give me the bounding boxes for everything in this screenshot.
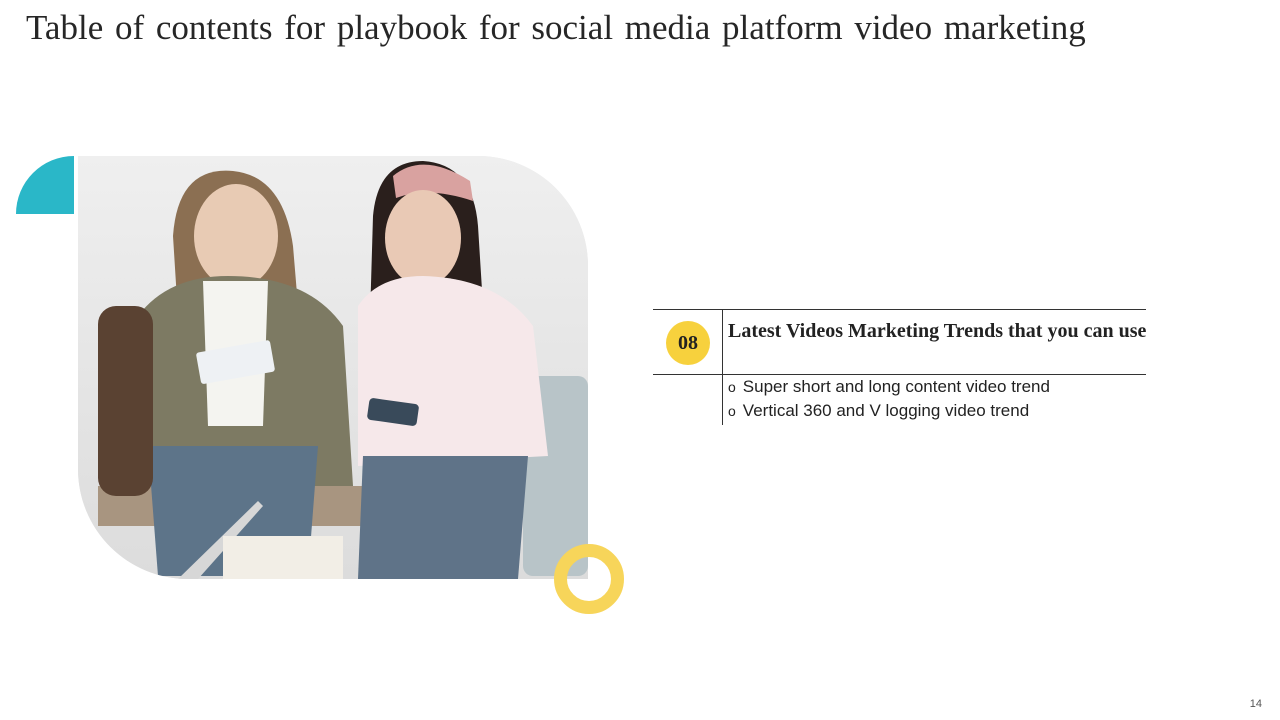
teal-quarter-circle-decoration xyxy=(16,156,74,214)
list-item: o Super short and long content video tren… xyxy=(728,375,1050,399)
toc-section-header: 08 Latest Videos Marketing Trends that y… xyxy=(653,309,1146,375)
list-item-text: Vertical 360 and V logging video trend xyxy=(742,401,1030,420)
list-item-text: Super short and long content video trend xyxy=(742,377,1050,396)
section-title: Latest Videos Marketing Trends that you … xyxy=(728,320,1147,342)
toc-section: 08 Latest Videos Marketing Trends that y… xyxy=(653,309,1146,425)
section-number-badge: 08 xyxy=(666,321,710,365)
toc-divider-line xyxy=(722,309,723,425)
yellow-ring-decoration xyxy=(554,544,624,614)
photo-two-women-with-phones xyxy=(78,156,588,579)
list-bullet: o xyxy=(728,379,736,395)
slide-title: Table of contents for playbook for socia… xyxy=(26,8,1086,47)
list-item: o Vertical 360 and V logging video trend xyxy=(728,399,1050,423)
list-bullet: o xyxy=(728,403,736,419)
page-number: 14 xyxy=(1249,698,1262,710)
section-item-list: o Super short and long content video tren… xyxy=(728,375,1050,423)
